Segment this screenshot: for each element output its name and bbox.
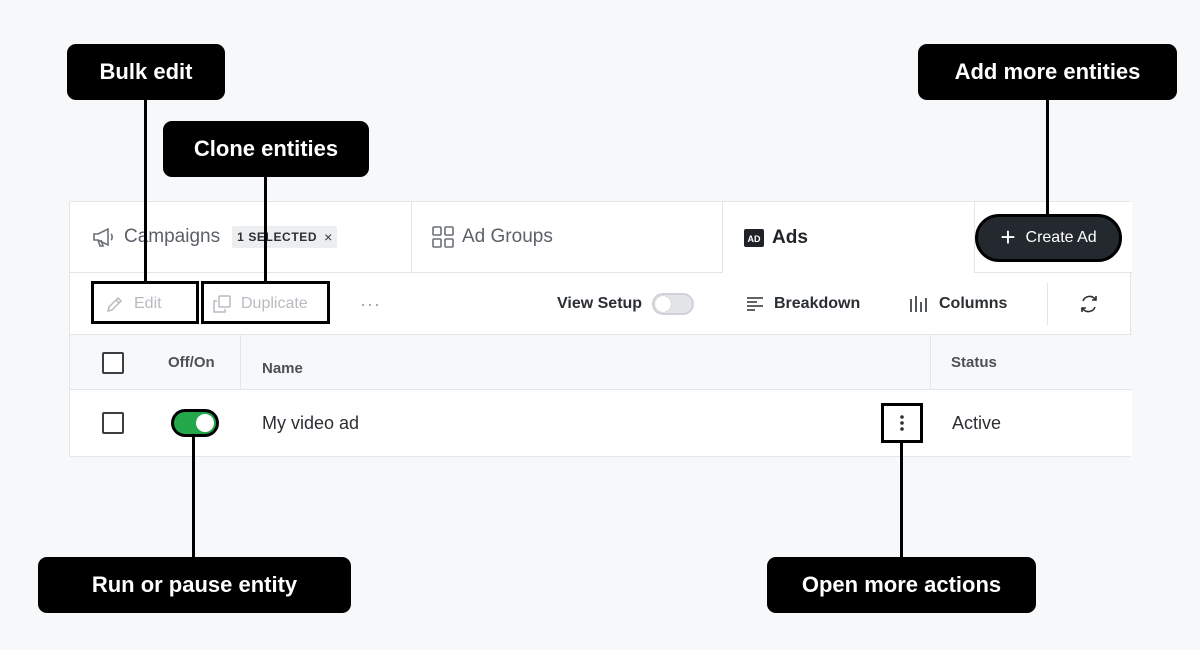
columns-button[interactable]: Columns	[909, 273, 1007, 335]
more-actions-button[interactable]	[881, 403, 923, 443]
column-separator	[240, 335, 241, 390]
table-row: My video ad Active	[70, 390, 1132, 456]
callout-clone-entities: Clone entities	[163, 121, 369, 177]
clear-selection-icon[interactable]: ×	[324, 229, 333, 245]
entity-tabs: Campaigns 1 SELECTED × Ad Groups AD Ads	[70, 202, 1132, 273]
view-setup-label: View Setup	[557, 295, 643, 312]
columns-label: Columns	[939, 295, 1008, 312]
callout-open-more-actions: Open more actions	[767, 557, 1036, 613]
header-name[interactable]: Name	[262, 341, 303, 396]
ads-manager-panel: Campaigns 1 SELECTED × Ad Groups AD Ads …	[69, 201, 1132, 457]
row-status: Active	[952, 412, 1002, 433]
callout-run-or-pause: Run or pause entity	[38, 557, 351, 613]
more-options-icon[interactable]: ···	[360, 273, 381, 335]
row-toggle-cell	[171, 390, 219, 456]
edit-highlight	[91, 281, 199, 324]
callout-bulk-edit: Bulk edit	[67, 44, 225, 100]
create-ad-label: Create Ad	[1025, 229, 1097, 246]
tab-ad-groups[interactable]: Ad Groups	[412, 202, 723, 273]
breakdown-button[interactable]: Breakdown	[746, 273, 860, 335]
callout-add-more-entities: Add more entities	[918, 44, 1177, 100]
tab-campaigns-label: Campaigns	[124, 226, 221, 247]
grid-icon	[432, 226, 454, 248]
duplicate-highlight	[201, 281, 330, 324]
select-all-checkbox[interactable]	[102, 351, 124, 374]
run-pause-connector	[192, 434, 195, 559]
row-name[interactable]: My video ad	[262, 390, 359, 456]
header-status[interactable]: Status	[951, 335, 997, 390]
row-select-cell	[102, 390, 124, 456]
breakdown-icon	[747, 297, 763, 311]
view-setup-toggle[interactable]: View Setup	[557, 273, 695, 335]
view-setup-switch[interactable]	[652, 293, 695, 315]
more-actions-connector	[900, 440, 903, 559]
plus-icon: +	[1000, 222, 1016, 252]
breakdown-label: Breakdown	[774, 295, 861, 312]
column-separator	[930, 335, 931, 390]
run-pause-toggle[interactable]	[171, 409, 219, 437]
megaphone-icon	[92, 227, 116, 247]
selected-badge-text: 1 SELECTED	[237, 230, 318, 244]
clone-connector	[264, 176, 267, 283]
select-all-cell	[102, 335, 124, 390]
refresh-icon[interactable]	[1078, 273, 1110, 335]
tab-ads-label: Ads	[772, 226, 808, 248]
kebab-icon	[900, 415, 904, 431]
ad-icon-text: AD	[748, 234, 761, 244]
tab-campaigns[interactable]: Campaigns 1 SELECTED ×	[70, 202, 412, 273]
bulk-edit-connector	[144, 99, 147, 283]
tab-ad-groups-label: Ad Groups	[462, 226, 553, 247]
columns-icon	[910, 296, 927, 312]
table-header: Off/On Name Status	[70, 335, 1132, 390]
header-off-on: Off/On	[168, 354, 215, 371]
create-ad-button[interactable]: + Create Ad	[975, 214, 1122, 262]
ad-icon: AD	[744, 228, 764, 247]
row-checkbox[interactable]	[102, 412, 124, 434]
selected-badge: 1 SELECTED ×	[232, 226, 337, 248]
tab-ads[interactable]: AD Ads	[723, 202, 975, 273]
toolbar-divider	[1047, 283, 1048, 325]
add-entities-connector	[1046, 99, 1049, 215]
